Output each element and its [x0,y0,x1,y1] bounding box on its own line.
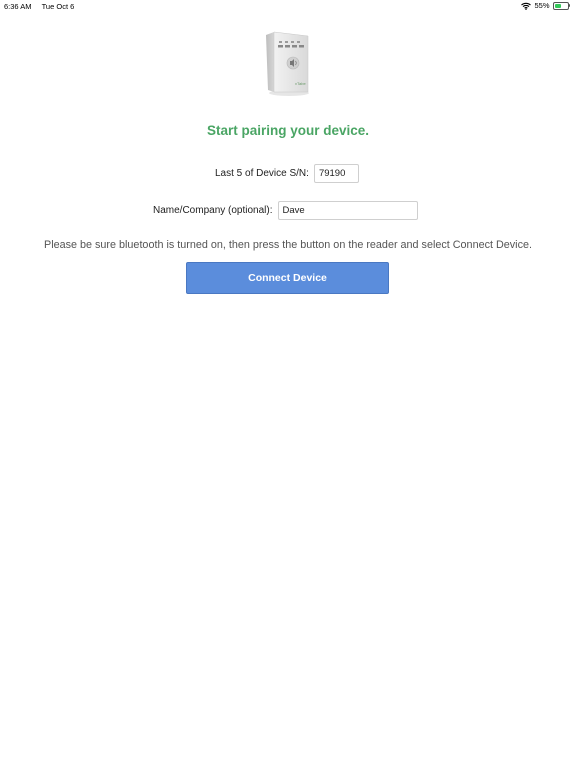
status-time-date: 6:36 AM Tue Oct 6 [4,2,74,11]
page-title: Start pairing your device. [206,123,370,138]
name-company-input[interactable] [277,201,418,220]
status-bar: 6:36 AM Tue Oct 6 55% [0,0,576,12]
serial-number-input[interactable] [313,164,359,183]
battery-nub [568,4,570,7]
battery-level-fill [554,3,562,8]
battery-icon [552,1,569,10]
status-indicators: 55% [521,1,570,10]
wifi-icon [521,2,532,10]
device-brand-text: vTabe [295,81,306,86]
name-company-row: Name/Company (optional): [153,201,418,220]
name-company-label: Name/Company (optional): [153,205,273,216]
serial-number-row: Last 5 of Device S/N: [215,164,359,183]
serial-number-label: Last 5 of Device S/N: [215,168,309,179]
connect-device-button[interactable]: Connect Device [186,262,389,294]
bluetooth-instructions: Please be sure bluetooth is turned on, t… [44,239,532,251]
connect-device-button-label: Connect Device [248,272,327,284]
battery-percent: 55% [534,1,550,10]
status-date: Tue Oct 6 [41,2,75,11]
status-time: 6:36 AM [4,2,32,11]
card-reader-device-image: vTabe [266,31,309,96]
